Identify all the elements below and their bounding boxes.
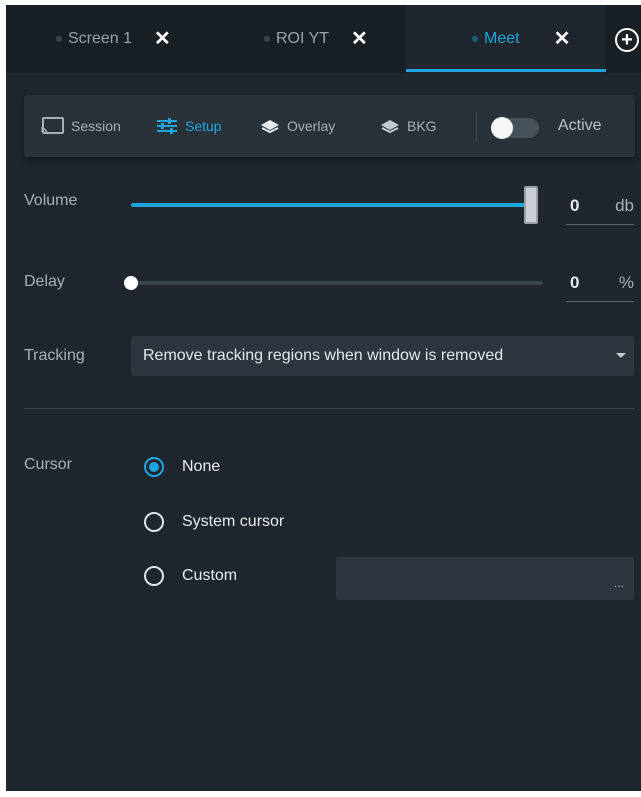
nav-overlay-label: Overlay xyxy=(287,118,336,134)
delay-unit: % xyxy=(618,272,634,292)
close-icon[interactable]: ✕ xyxy=(154,29,171,49)
delay-value-field[interactable]: 0 % xyxy=(566,264,634,302)
add-tab-icon[interactable]: + xyxy=(615,28,639,52)
tab-label: Meet xyxy=(484,30,520,47)
radio-button[interactable] xyxy=(144,457,164,477)
app-window: Screen 1 ✕ ROI YT ✕ Meet ✕ + Session Set… xyxy=(6,5,641,791)
radio-label: None xyxy=(182,458,221,475)
cast-screen-icon xyxy=(40,117,64,135)
cursor-option-system[interactable]: System cursor xyxy=(144,510,284,534)
tab-status-dot xyxy=(472,36,478,42)
delay-slider[interactable] xyxy=(131,281,543,285)
tracking-selected-value: Remove tracking regions when window is r… xyxy=(143,347,504,364)
cursor-option-none[interactable]: None xyxy=(144,455,220,479)
toggle-knob xyxy=(491,117,513,139)
active-tab-indicator xyxy=(406,69,606,72)
layers-icon xyxy=(261,120,279,134)
nav-overlay[interactable]: Overlay xyxy=(260,95,335,157)
cursor-option-custom[interactable]: Custom xyxy=(144,564,237,588)
tab-bar: Screen 1 ✕ ROI YT ✕ Meet ✕ + xyxy=(6,5,641,73)
tab-status-dot xyxy=(264,36,270,42)
radio-label: Custom xyxy=(182,567,238,584)
radio-button[interactable] xyxy=(144,512,164,532)
delay-value: 0 xyxy=(570,272,580,292)
delay-label: Delay xyxy=(24,273,65,290)
nav-divider xyxy=(476,112,477,142)
volume-slider-handle[interactable] xyxy=(524,186,538,224)
active-toggle-label: Active xyxy=(558,117,602,134)
tab-label: Screen 1 xyxy=(68,30,133,47)
tab-label: ROI YT xyxy=(276,30,330,47)
active-toggle[interactable] xyxy=(491,117,539,139)
browse-button[interactable]: ... xyxy=(614,576,624,590)
nav-session[interactable]: Session xyxy=(40,95,121,157)
volume-slider[interactable] xyxy=(131,203,531,207)
chevron-down-icon xyxy=(616,353,626,358)
section-divider xyxy=(24,408,635,409)
volume-value: 0 xyxy=(570,195,580,215)
section-nav: Session Setup Overlay BKG Active xyxy=(24,95,635,157)
volume-label: Volume xyxy=(24,192,78,209)
close-icon[interactable]: ✕ xyxy=(554,29,571,49)
nav-bkg-label: BKG xyxy=(407,118,437,134)
layers-background-icon xyxy=(381,120,399,134)
sliders-icon xyxy=(157,118,177,134)
radio-label: System cursor xyxy=(182,513,285,530)
nav-setup-label: Setup xyxy=(185,118,222,134)
nav-bkg[interactable]: BKG xyxy=(380,95,437,157)
tracking-label: Tracking xyxy=(24,347,85,364)
tab-roi-yt[interactable]: ROI YT ✕ xyxy=(236,5,406,73)
tracking-select[interactable]: Remove tracking regions when window is r… xyxy=(131,336,634,376)
cursor-label: Cursor xyxy=(24,456,73,473)
volume-slider-fill xyxy=(131,203,531,207)
close-icon[interactable]: ✕ xyxy=(351,29,368,49)
tab-status-dot xyxy=(56,36,62,42)
volume-unit: db xyxy=(615,195,634,215)
volume-value-field[interactable]: 0 db xyxy=(566,187,634,225)
tab-meet[interactable]: Meet ✕ xyxy=(406,5,606,73)
custom-cursor-path-field[interactable]: ... xyxy=(336,557,634,600)
delay-slider-handle[interactable] xyxy=(124,276,138,290)
radio-button[interactable] xyxy=(144,566,164,586)
tab-screen-1[interactable]: Screen 1 ✕ xyxy=(36,5,236,73)
nav-session-label: Session xyxy=(71,118,121,134)
nav-setup[interactable]: Setup xyxy=(156,95,222,157)
